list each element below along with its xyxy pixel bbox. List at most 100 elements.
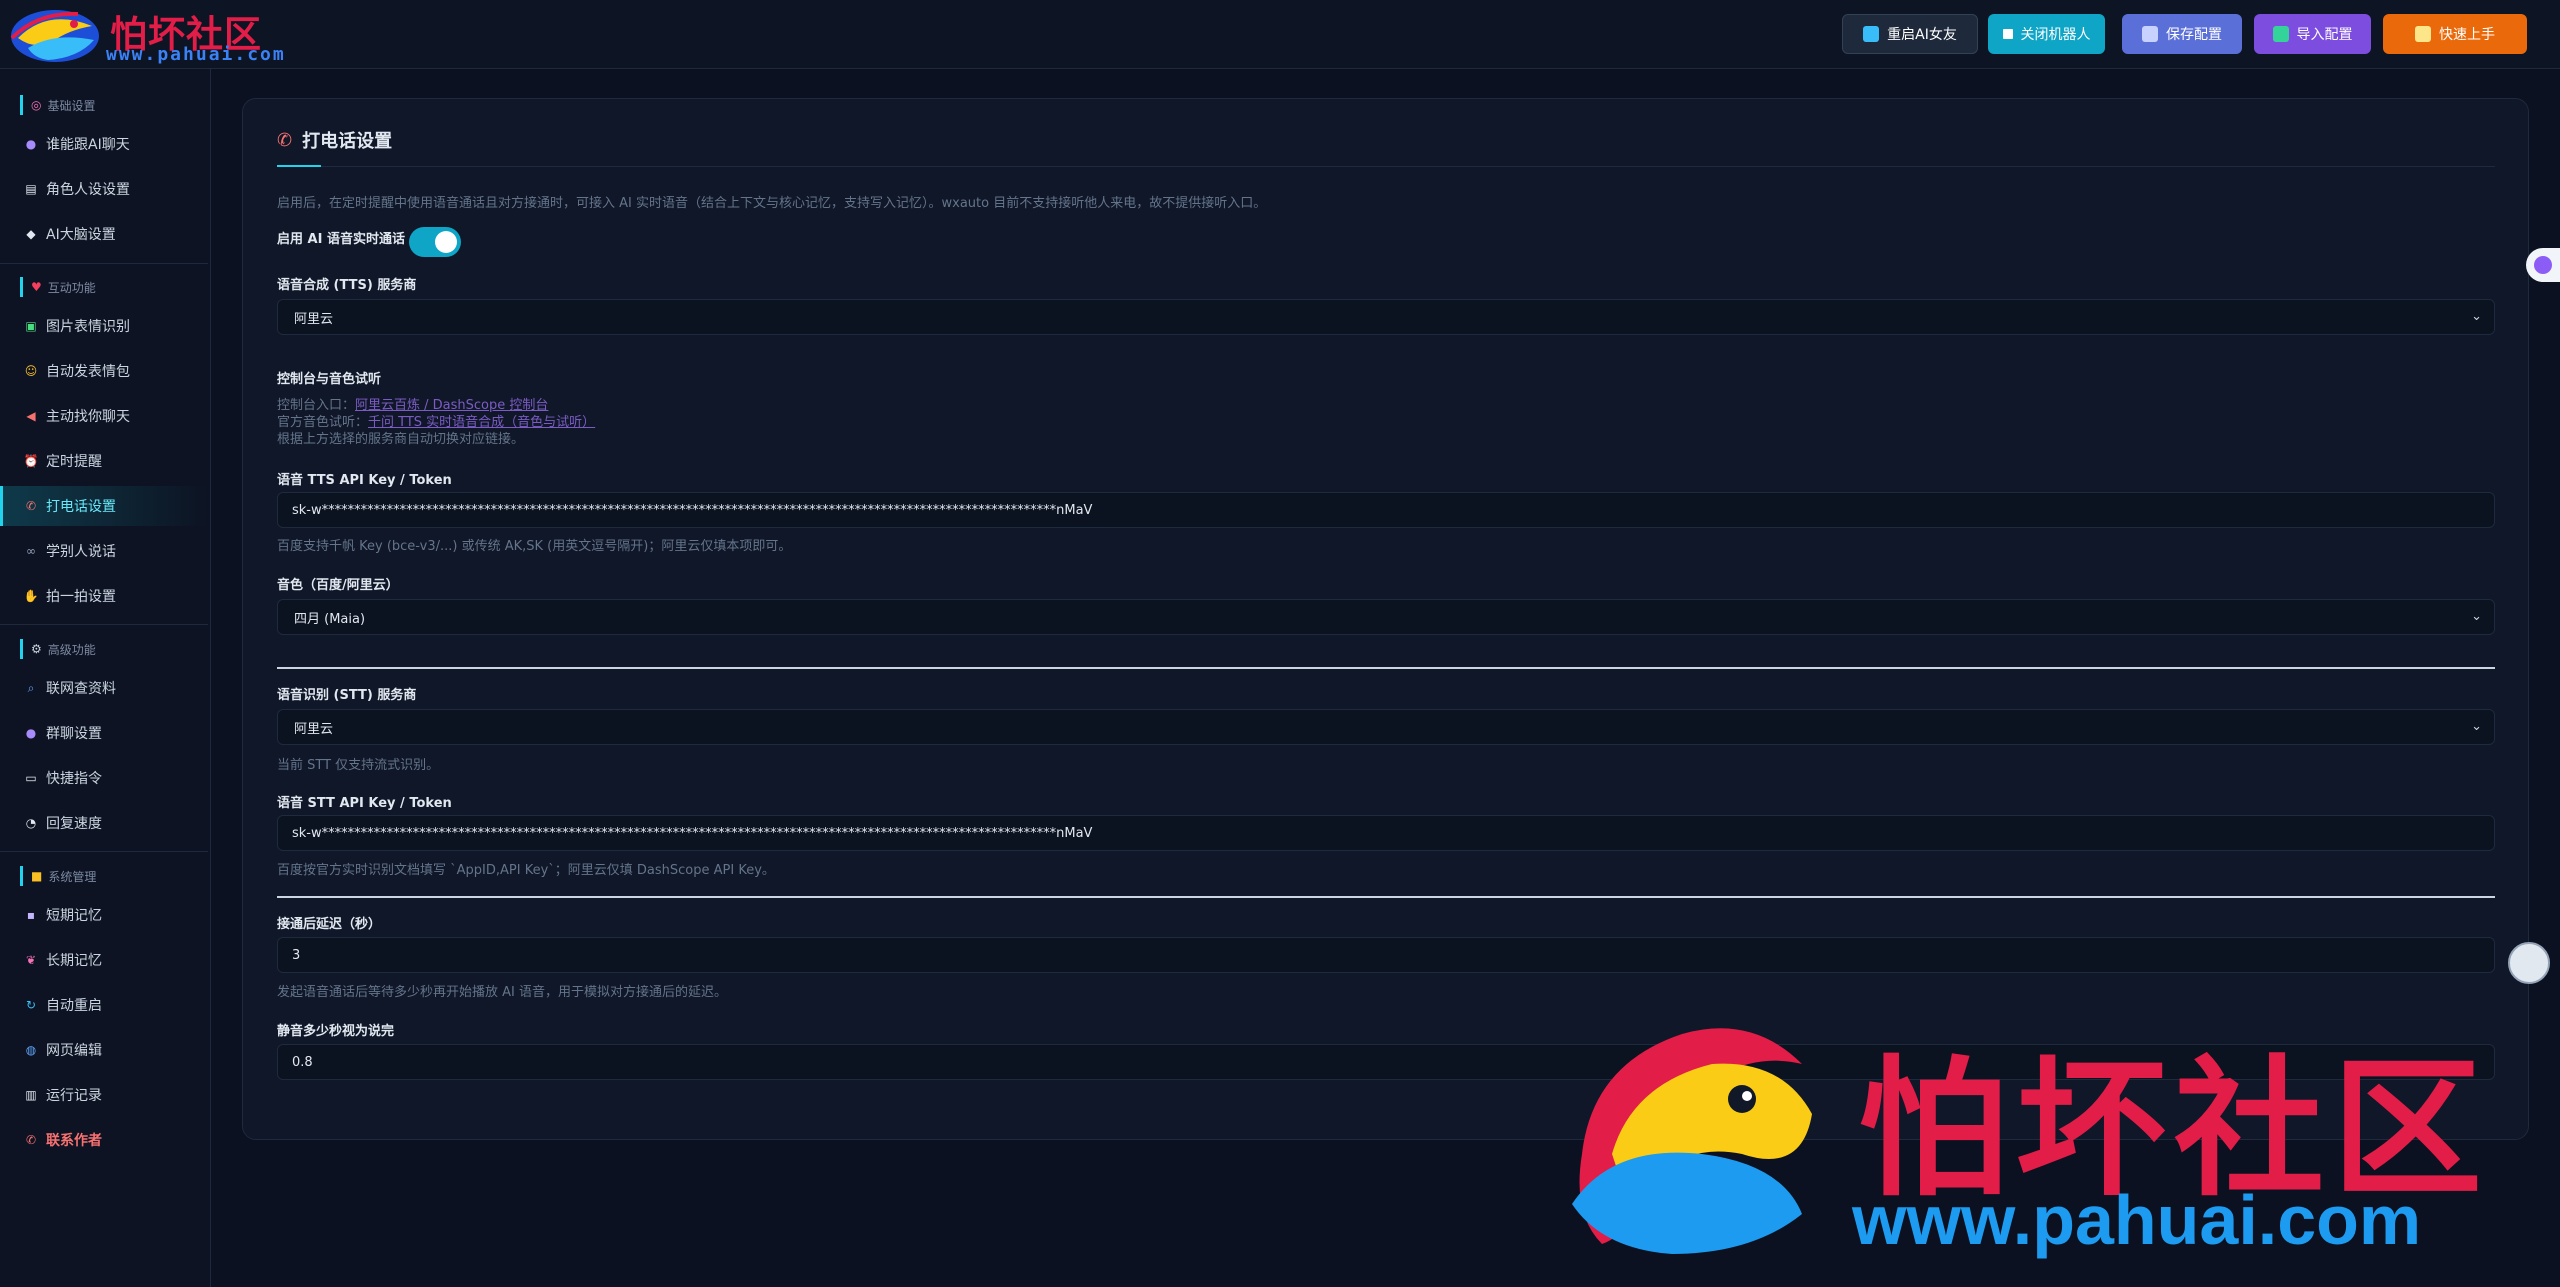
silence-label: 静音多少秒视为说完 bbox=[277, 1024, 395, 1039]
sidebar-item-group-chat[interactable]: ● 群聊设置 bbox=[0, 713, 208, 753]
sidebar-item-persona[interactable]: ▤ 角色人设设置 bbox=[0, 169, 208, 209]
title-accent-underline bbox=[277, 165, 321, 167]
close-bot-label: 关闭机器人 bbox=[2020, 27, 2091, 43]
quick-start-label: 快速上手 bbox=[2439, 27, 2495, 43]
restart-ai-button[interactable]: 重启AI女友 bbox=[1842, 14, 1978, 54]
sidebar-item-run-log[interactable]: ▥ 运行记录 bbox=[0, 1075, 208, 1115]
tts-provider-select[interactable]: 阿里云 ⌄ bbox=[277, 299, 2495, 335]
avatar[interactable] bbox=[2508, 942, 2550, 984]
sidebar-item-auto-restart[interactable]: ↻ 自动重启 bbox=[0, 985, 208, 1025]
sidebar-item-shortcuts[interactable]: ▭ 快捷指令 bbox=[0, 758, 208, 798]
chevron-down-icon: ⌄ bbox=[2471, 719, 2482, 734]
sidebar-item-reply-speed[interactable]: ◔ 回复速度 bbox=[0, 803, 208, 843]
image-icon: ▣ bbox=[25, 319, 37, 333]
keyboard-icon: ▭ bbox=[25, 771, 37, 785]
voice-value: 四月 (Maia) bbox=[294, 611, 366, 627]
import-icon bbox=[2272, 26, 2289, 42]
sidebar-item-auto-sticker[interactable]: ☺ 自动发表情包 bbox=[0, 351, 208, 391]
users-icon: ● bbox=[25, 137, 37, 151]
stt-provider-select[interactable]: 阿里云 ⌄ bbox=[277, 709, 2495, 745]
stt-key-help: 百度按官方实时识别文档填写 `AppID,API Key`；阿里云仅填 Dash… bbox=[277, 863, 775, 878]
sidebar-item-label: 角色人设设置 bbox=[46, 182, 130, 198]
title-divider bbox=[277, 166, 2495, 167]
sidebar-item-label: 拍一拍设置 bbox=[46, 589, 116, 605]
sidebar-section-title: 系统管理 bbox=[48, 869, 97, 884]
sidebar-item-label: 联网查资料 bbox=[46, 681, 116, 697]
brain-icon: ❦ bbox=[25, 953, 37, 967]
sidebar-section-basic: ◎ 基础设置 bbox=[20, 95, 96, 115]
tts-key-input[interactable]: sk-w************************************… bbox=[277, 492, 2495, 528]
sidebar-item-label: 定时提醒 bbox=[46, 454, 102, 470]
voice-select[interactable]: 四月 (Maia) ⌄ bbox=[277, 599, 2495, 635]
enable-voice-label: 启用 AI 语音实时通话 bbox=[277, 232, 405, 247]
book-icon bbox=[2415, 26, 2431, 42]
stt-key-input[interactable]: sk-w************************************… bbox=[277, 815, 2495, 851]
sidebar: ◎ 基础设置 ● 谁能跟AI聊天 ▤ 角色人设设置 ◆ AI大脑设置 ♥ 互动功… bbox=[0, 69, 211, 1287]
fish-logo-icon bbox=[10, 10, 99, 62]
sidebar-item-short-memory[interactable]: ▪ 短期记忆 bbox=[0, 895, 208, 935]
sidebar-item-label: 学别人说话 bbox=[46, 544, 116, 560]
tts-key-label: 语音 TTS API Key / Token bbox=[277, 473, 452, 488]
close-bot-button[interactable]: 关闭机器人 bbox=[1988, 14, 2105, 54]
phone-icon: ✆ bbox=[25, 499, 37, 513]
hand-icon: ✋ bbox=[23, 589, 39, 603]
ai-assistant-float-button[interactable] bbox=[2526, 248, 2560, 282]
quick-start-button[interactable]: 快速上手 bbox=[2383, 14, 2527, 54]
sidebar-item-contact-author[interactable]: ✆ 联系作者 bbox=[0, 1120, 208, 1160]
section-divider bbox=[277, 667, 2495, 669]
sidebar-section-interaction: ♥ 互动功能 bbox=[20, 277, 96, 297]
clipboard-icon: ▥ bbox=[25, 1088, 37, 1102]
save-config-button[interactable]: 保存配置 bbox=[2122, 14, 2242, 54]
delay-help: 发起语音通话后等待多少秒再开始播放 AI 语音，用于模拟对方接通后的延迟。 bbox=[277, 985, 727, 1000]
sidebar-item-pat[interactable]: ✋ 拍一拍设置 bbox=[0, 576, 208, 616]
sidebar-section-title: 互动功能 bbox=[47, 280, 96, 295]
sidebar-item-long-memory[interactable]: ❦ 长期记忆 bbox=[0, 940, 208, 980]
sidebar-item-label: 谁能跟AI聊天 bbox=[46, 137, 130, 153]
heart-icon: ♥ bbox=[31, 280, 42, 294]
page-title-text: 打电话设置 bbox=[302, 131, 393, 152]
save-config-label: 保存配置 bbox=[2166, 27, 2222, 43]
sidebar-section-system: ■ 系统管理 bbox=[20, 866, 96, 886]
sidebar-item-label: 网页编辑 bbox=[46, 1043, 102, 1059]
floppy-disk-icon: ▪ bbox=[26, 908, 36, 922]
section-divider bbox=[277, 896, 2495, 898]
stop-icon bbox=[2002, 29, 2013, 39]
site-logo[interactable]: 怕坏社区 www.pahuai.com bbox=[6, 4, 336, 65]
stt-provider-value: 阿里云 bbox=[294, 721, 334, 737]
sidebar-item-who-can-chat[interactable]: ● 谁能跟AI聊天 bbox=[0, 124, 208, 164]
sidebar-item-web-search[interactable]: ⌕ 联网查资料 bbox=[0, 668, 208, 708]
globe-icon: ◍ bbox=[25, 1043, 37, 1057]
import-config-button[interactable]: 导入配置 bbox=[2254, 14, 2371, 54]
sidebar-item-proactive-chat[interactable]: ◀ 主动找你聊天 bbox=[0, 396, 208, 436]
console-label: 控制台与音色试听 bbox=[277, 372, 382, 387]
refresh-icon: ↻ bbox=[25, 998, 37, 1012]
voice-label: 音色（百度/阿里云） bbox=[277, 578, 399, 593]
refresh-icon bbox=[1863, 26, 1880, 42]
sidebar-item-ai-brain[interactable]: ◆ AI大脑设置 bbox=[0, 214, 208, 254]
document-icon: ▤ bbox=[25, 182, 37, 196]
sidebar-item-label: 自动重启 bbox=[46, 998, 102, 1014]
sidebar-section-advanced: ⚙ 高级功能 bbox=[20, 639, 96, 659]
sidebar-item-label: 回复速度 bbox=[46, 816, 102, 832]
phone-icon: ✆ bbox=[25, 1133, 37, 1147]
sidebar-item-image-recognition[interactable]: ▣ 图片表情识别 bbox=[0, 306, 208, 346]
chevron-down-icon: ⌄ bbox=[2471, 309, 2482, 324]
alarm-clock-icon: ⏰ bbox=[23, 454, 39, 468]
sidebar-item-label: 群聊设置 bbox=[46, 726, 102, 742]
box-icon: ■ bbox=[31, 869, 43, 883]
toggle-knob bbox=[435, 231, 457, 253]
search-icon: ⌕ bbox=[27, 680, 35, 695]
logo-url: www.pahuai.com bbox=[106, 44, 286, 65]
sidebar-item-reminder[interactable]: ⏰ 定时提醒 bbox=[0, 441, 208, 481]
ai-assistant-icon bbox=[2534, 256, 2552, 274]
delay-input[interactable]: 3 bbox=[277, 937, 2495, 973]
target-icon: ◎ bbox=[31, 98, 42, 112]
sidebar-item-web-editor[interactable]: ◍ 网页编辑 bbox=[0, 1030, 208, 1070]
chat-bubble-icon: ◆ bbox=[26, 227, 36, 241]
console-note: 根据上方选择的服务商自动切换对应链接。 bbox=[277, 432, 525, 447]
sidebar-item-imitate[interactable]: ∞ 学别人说话 bbox=[0, 531, 208, 571]
sidebar-item-phone-call[interactable]: ✆ 打电话设置 bbox=[0, 486, 208, 526]
sidebar-section-title: 基础设置 bbox=[47, 98, 96, 113]
sidebar-section-title: 高级功能 bbox=[47, 642, 96, 657]
enable-voice-toggle[interactable] bbox=[409, 227, 461, 257]
